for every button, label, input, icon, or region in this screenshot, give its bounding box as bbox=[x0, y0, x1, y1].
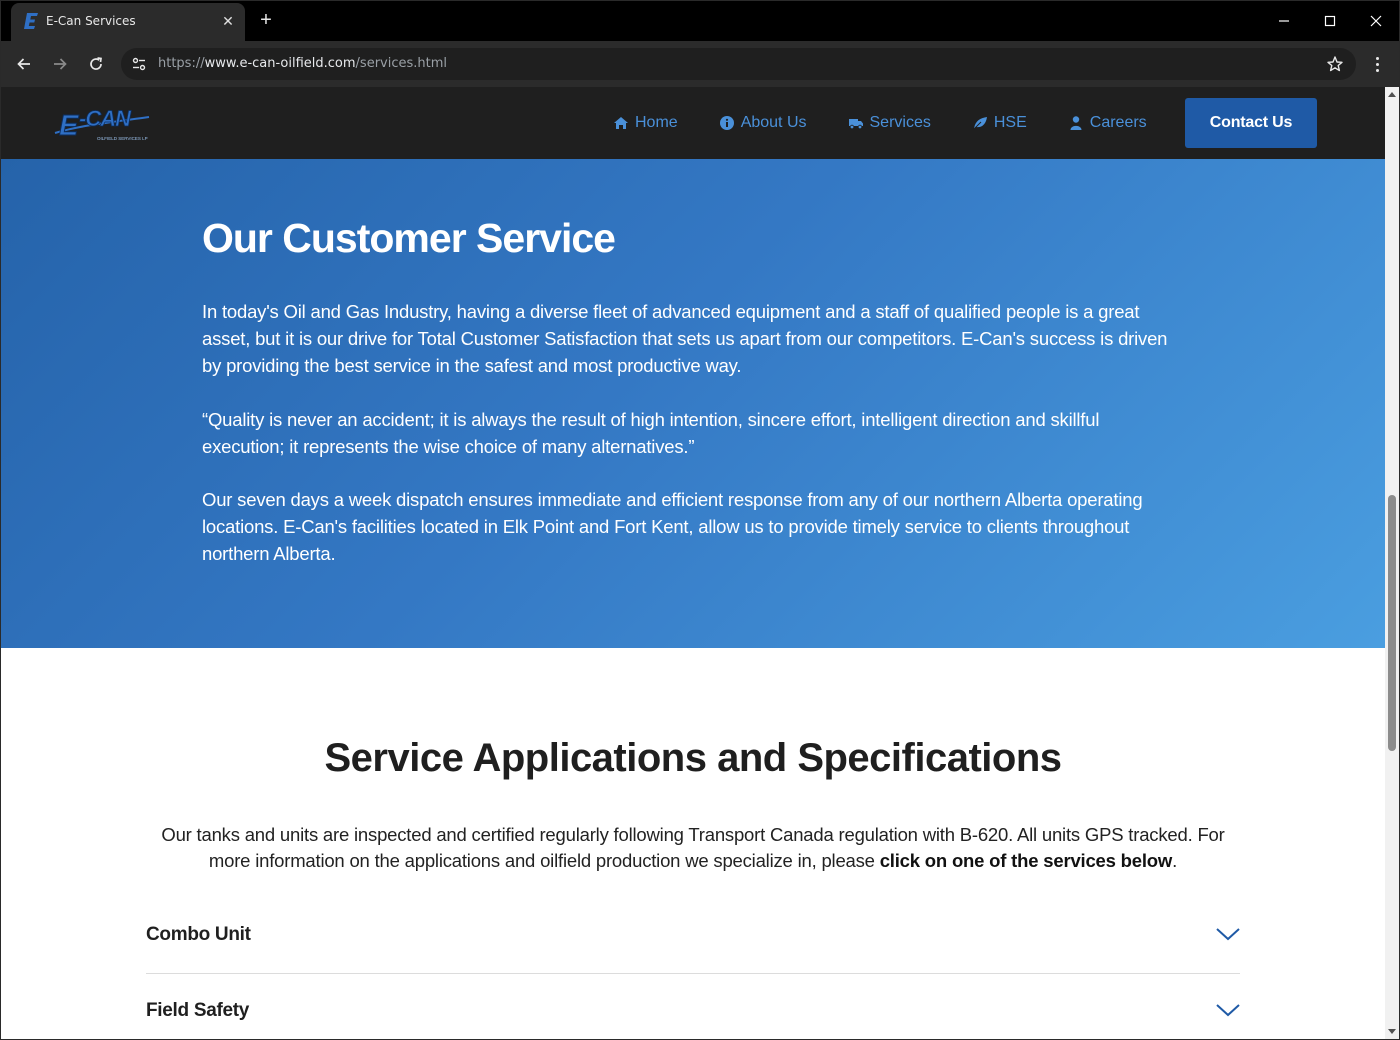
leaf-icon bbox=[973, 117, 987, 130]
url-text[interactable]: https://www.e-can-oilfield.com/services.… bbox=[158, 56, 447, 71]
reload-icon[interactable] bbox=[83, 51, 109, 77]
svg-text:OILFIELD SERVICES LP: OILFIELD SERVICES LP bbox=[97, 136, 148, 141]
hero-paragraph-3: Our seven days a week dispatch ensures i… bbox=[202, 489, 1143, 564]
services-title: Service Applications and Specifications bbox=[324, 736, 1062, 780]
nav-careers[interactable]: Careers bbox=[1068, 114, 1147, 132]
minimize-icon[interactable] bbox=[1261, 1, 1307, 41]
accordion-item-field-safety[interactable]: Field Safety bbox=[146, 974, 1240, 1039]
nav-services[interactable]: Services bbox=[848, 114, 931, 132]
nav-home[interactable]: Home bbox=[613, 114, 678, 132]
user-icon bbox=[1070, 116, 1082, 130]
nav-about-us[interactable]: About Us bbox=[719, 114, 807, 132]
browser-toolbar: https://www.e-can-oilfield.com/services.… bbox=[1, 41, 1399, 87]
svg-text:-CAN: -CAN bbox=[79, 106, 132, 131]
bookmark-star-icon[interactable] bbox=[1326, 55, 1344, 73]
nav-hse-label: HSE bbox=[993, 114, 1027, 131]
tab-title: E-Can Services bbox=[46, 14, 136, 28]
forward-icon[interactable] bbox=[47, 51, 73, 77]
svg-text:E: E bbox=[59, 110, 80, 142]
site-favicon-icon bbox=[24, 13, 38, 29]
services-section: Service Applications and Specifications … bbox=[1, 648, 1385, 1039]
back-icon[interactable] bbox=[11, 51, 37, 77]
address-bar[interactable]: https://www.e-can-oilfield.com/services.… bbox=[121, 48, 1356, 80]
site-header: E -CAN OILFIELD SERVICES LP Home About U… bbox=[1, 87, 1385, 159]
services-intro-emphasis: click on one of the services below bbox=[879, 850, 1173, 871]
chevron-down-icon[interactable] bbox=[1216, 926, 1240, 942]
contact-us-button[interactable]: Contact Us bbox=[1185, 98, 1317, 148]
chevron-down-icon[interactable] bbox=[1216, 1002, 1240, 1018]
customer-service-section: Our Customer Service In today's Oil and … bbox=[1, 159, 1385, 648]
nav-hse[interactable]: HSE bbox=[972, 114, 1027, 132]
window-close-icon[interactable] bbox=[1353, 1, 1399, 41]
scrollbar-thumb[interactable] bbox=[1388, 495, 1396, 751]
maximize-icon[interactable] bbox=[1307, 1, 1353, 41]
accordion-item-combo-unit[interactable]: Combo Unit bbox=[146, 898, 1240, 974]
nav-about-label: About Us bbox=[740, 114, 807, 131]
nav-careers-label: Careers bbox=[1089, 114, 1147, 131]
browser-menu-icon[interactable] bbox=[1367, 53, 1387, 75]
tab-bar: E-Can Services ✕ + bbox=[1, 1, 1399, 41]
scroll-up-icon[interactable] bbox=[1388, 92, 1396, 97]
accordion-title: Field Safety bbox=[146, 1000, 250, 1021]
browser-tab[interactable]: E-Can Services ✕ bbox=[11, 3, 245, 41]
main-nav: Home About Us Services HSE Careers bbox=[613, 87, 1188, 159]
services-intro: Our tanks and units are inspected and ce… bbox=[161, 824, 1225, 871]
scroll-down-icon[interactable] bbox=[1388, 1029, 1396, 1034]
hero-paragraph-1: In today's Oil and Gas Industry, having … bbox=[202, 301, 1168, 376]
home-icon bbox=[614, 117, 628, 129]
nav-services-label: Services bbox=[869, 114, 931, 131]
site-info-icon[interactable] bbox=[131, 56, 147, 72]
browser-window: E-Can Services ✕ + https://www.e-can-oil… bbox=[0, 0, 1400, 1040]
hero-title: Our Customer Service bbox=[202, 215, 616, 261]
info-icon bbox=[719, 116, 734, 130]
tab-close-icon[interactable]: ✕ bbox=[219, 12, 237, 30]
accordion-title: Combo Unit bbox=[146, 924, 251, 945]
truck-icon bbox=[848, 119, 863, 130]
ecan-logo[interactable]: E -CAN OILFIELD SERVICES LP bbox=[51, 99, 153, 147]
nav-home-label: Home bbox=[635, 114, 678, 131]
hero-quote: “Quality is never an accident; it is alw… bbox=[202, 409, 1100, 457]
new-tab-icon[interactable]: + bbox=[255, 9, 277, 31]
page-viewport: E -CAN OILFIELD SERVICES LP Home About U… bbox=[1, 87, 1385, 1039]
page-scrollbar[interactable] bbox=[1385, 87, 1399, 1039]
